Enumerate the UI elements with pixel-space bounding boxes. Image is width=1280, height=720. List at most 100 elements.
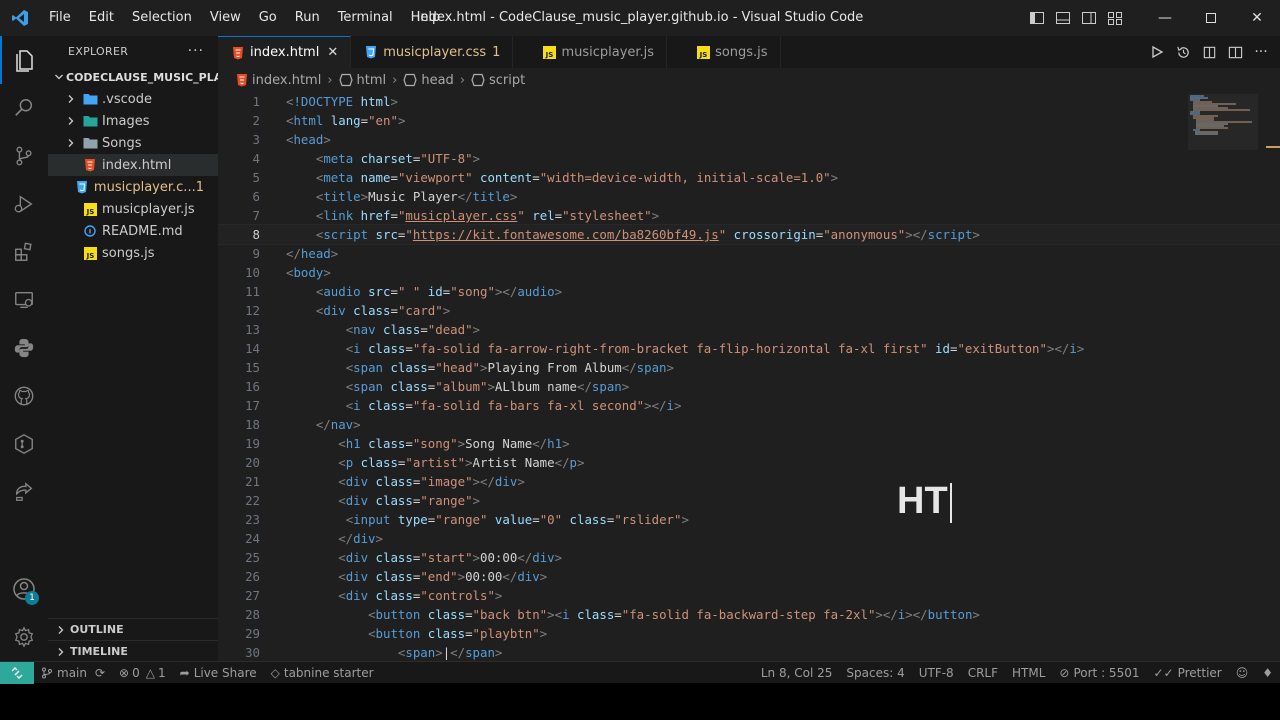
code-line[interactable]: 25 <div class="start">00:00</div>	[218, 548, 1280, 567]
menu-help[interactable]: Help	[402, 0, 450, 36]
toggle-panel-icon[interactable]	[1050, 0, 1076, 36]
outline-section[interactable]: OUTLINE	[48, 618, 218, 640]
github-icon[interactable]	[0, 372, 48, 420]
file-tree-item[interactable]: .vscode	[48, 88, 218, 110]
code-line[interactable]: 29 <button class="playbtn">	[218, 624, 1280, 643]
gitlens-icon[interactable]	[0, 420, 48, 468]
extensions-icon[interactable]	[0, 228, 48, 276]
file-tree-item[interactable]: README.md	[48, 220, 218, 242]
code-line[interactable]: 1 <!DOCTYPE html>	[218, 92, 1280, 111]
encoding[interactable]: UTF-8	[912, 666, 961, 680]
file-tree-item[interactable]: JS musicplayer.js	[48, 198, 218, 220]
prettier-status[interactable]: ✓✓ Prettier	[1146, 666, 1228, 680]
breadcrumb-script[interactable]: script	[489, 73, 525, 88]
code-line[interactable]: 6 <title>Music Player</title>	[218, 187, 1280, 206]
code-line[interactable]: 11 <audio src=" " id="song"></audio>	[218, 282, 1280, 301]
feedback-icon[interactable]: ☺	[1229, 666, 1256, 680]
remote-indicator-icon[interactable]	[0, 661, 34, 684]
code-line[interactable]: 27 <div class="controls">	[218, 586, 1280, 605]
minimap[interactable]	[1188, 94, 1258, 150]
run-debug-icon[interactable]	[0, 180, 48, 228]
split-editor-icon[interactable]	[1222, 36, 1248, 68]
code-editor[interactable]: 1 <!DOCTYPE html> 2 <html lang="en"> 3 <head>…	[218, 92, 1280, 661]
end-of-line[interactable]: CRLF	[961, 666, 1005, 680]
code-line[interactable]: 12 <div class="card">	[218, 301, 1280, 320]
code-line[interactable]: 13 <nav class="dead">	[218, 320, 1280, 339]
line-number: 25	[245, 550, 260, 565]
timeline-section[interactable]: TIMELINE	[48, 640, 218, 662]
code-line[interactable]: 10 <body>	[218, 263, 1280, 282]
code-line[interactable]: 14 <i class="fa-solid fa-arrow-right-fro…	[218, 339, 1280, 358]
menu-selection[interactable]: Selection	[123, 0, 201, 36]
minimize-button[interactable]: —	[1142, 0, 1188, 36]
python-icon[interactable]	[0, 324, 48, 372]
live-share-status[interactable]: ➦ Live Share	[173, 666, 264, 680]
toggle-secondary-sidebar-icon[interactable]	[1076, 0, 1102, 36]
open-changes-icon[interactable]	[1196, 36, 1222, 68]
code-line[interactable]: 16 <span class="album">ALlbum name</span…	[218, 377, 1280, 396]
code-line[interactable]: 9 </head>	[218, 244, 1280, 263]
file-tree-item[interactable]: Images	[48, 110, 218, 132]
live-share-icon[interactable]	[0, 468, 48, 516]
code-line[interactable]: 8 <script src="https://kit.fontawesome.c…	[218, 224, 1280, 245]
remote-explorer-icon[interactable]	[0, 276, 48, 324]
search-icon[interactable]	[0, 84, 48, 132]
breadcrumb-file[interactable]: index.html	[252, 73, 321, 88]
code-line[interactable]: 18 </nav>	[218, 415, 1280, 434]
problems-indicator[interactable]: ⊗ 0 △ 1	[112, 666, 173, 680]
tab-musicplayer-js[interactable]: JS musicplayer.js	[513, 36, 668, 68]
branch-indicator[interactable]: main ⟳	[34, 666, 112, 680]
code-line[interactable]: 23 <input type="range" value="0" class="…	[218, 510, 1280, 529]
breadcrumb-html[interactable]: html	[357, 73, 387, 88]
workspace-folder[interactable]: CODECLAUSE_MUSIC_PLA...	[48, 66, 218, 88]
accounts-icon[interactable]: 1	[0, 565, 48, 613]
close-window-button[interactable]: ✕	[1234, 0, 1280, 36]
maximize-button[interactable]	[1188, 0, 1234, 36]
menu-go[interactable]: Go	[250, 0, 286, 36]
menu-view[interactable]: View	[201, 0, 250, 36]
close-tab-icon[interactable]: ✕	[327, 45, 338, 60]
code-line[interactable]: 24 </div>	[218, 529, 1280, 548]
explorer-icon[interactable]	[0, 36, 48, 84]
code-line[interactable]: 7 <link href="musicplayer.css" rel="styl…	[218, 206, 1280, 225]
code-line[interactable]: 30 <span>|</span>	[218, 643, 1280, 661]
manage-gear-icon[interactable]	[0, 613, 48, 661]
menu-edit[interactable]: Edit	[80, 0, 123, 36]
menu-file[interactable]: File	[40, 0, 80, 36]
breadcrumb-head[interactable]: head	[421, 73, 453, 88]
live-server-port[interactable]: ⊘ Port : 5501	[1052, 666, 1146, 680]
notifications-bell-icon[interactable]: ♦	[1255, 666, 1280, 680]
code-line[interactable]: 2 <html lang="en">	[218, 111, 1280, 130]
code-line[interactable]: 3 <head>	[218, 130, 1280, 149]
code-line[interactable]: 15 <span class="head">Playing From Album…	[218, 358, 1280, 377]
more-actions-icon[interactable]: ···	[188, 43, 204, 59]
file-tree-item[interactable]: Songs	[48, 132, 218, 154]
source-control-icon[interactable]	[0, 132, 48, 180]
tab-musicplayer-css[interactable]: musicplayer.css 1	[351, 36, 514, 68]
more-actions-icon[interactable]: ···	[1248, 36, 1274, 68]
file-tree-item[interactable]: JS songs.js	[48, 242, 218, 264]
file-tree-item[interactable]: index.html	[48, 154, 218, 176]
code-line[interactable]: 28 <button class="back btn"><i class="fa…	[218, 605, 1280, 624]
menu-run[interactable]: Run	[286, 0, 329, 36]
cursor-position[interactable]: Ln 8, Col 25	[754, 666, 840, 680]
run-icon[interactable]	[1144, 36, 1170, 68]
tabnine-status[interactable]: ◇ tabnine starter	[264, 666, 381, 680]
code-line[interactable]: 22 <div class="range">	[218, 491, 1280, 510]
code-line[interactable]: 17 <i class="fa-solid fa-bars fa-xl seco…	[218, 396, 1280, 415]
code-line[interactable]: 19 <h1 class="song">Song Name</h1>	[218, 434, 1280, 453]
indentation[interactable]: Spaces: 4	[839, 666, 911, 680]
tab-songs-js[interactable]: JS songs.js	[667, 36, 781, 68]
tab-index-html[interactable]: index.html ✕	[218, 36, 352, 68]
code-line[interactable]: 20 <p class="artist">Artist Name</p>	[218, 453, 1280, 472]
menu-terminal[interactable]: Terminal	[329, 0, 402, 36]
code-line[interactable]: 26 <div class="end">00:00</div>	[218, 567, 1280, 586]
history-icon[interactable]	[1170, 36, 1196, 68]
customize-layout-icon[interactable]	[1102, 0, 1128, 36]
code-line[interactable]: 21 <div class="image"></div>	[218, 472, 1280, 491]
code-line[interactable]: 5 <meta name="viewport" content="width=d…	[218, 168, 1280, 187]
code-line[interactable]: 4 <meta charset="UTF-8">	[218, 149, 1280, 168]
language-mode[interactable]: HTML	[1005, 666, 1052, 680]
file-tree-item[interactable]: musicplayer.c... 1	[48, 176, 218, 198]
toggle-primary-sidebar-icon[interactable]	[1024, 0, 1050, 36]
